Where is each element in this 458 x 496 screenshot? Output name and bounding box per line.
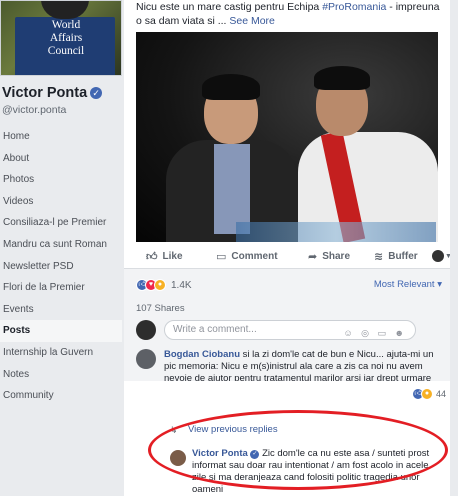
comment-sort-dropdown[interactable]: Most Relevant ▾ xyxy=(374,279,442,290)
photo-table-bottles xyxy=(236,222,436,242)
logo-line-1: World xyxy=(51,19,81,31)
avatar xyxy=(136,320,156,340)
comment-attach-icons[interactable]: ☺ ◎ ▭ ☻ xyxy=(343,324,407,342)
shares-count[interactable]: 107 Shares xyxy=(136,303,185,314)
page-handle[interactable]: @victor.ponta xyxy=(2,104,66,116)
see-more-link[interactable]: See More xyxy=(229,15,275,27)
reaction-summary[interactable]: 👍︎ ♥ ● 1.4K xyxy=(136,279,192,291)
avatar[interactable] xyxy=(136,349,156,369)
comment-icon: ▭ xyxy=(216,250,227,263)
reply-arrow-icon: ↳ xyxy=(170,425,178,435)
hashtag-link[interactable]: #ProRomania xyxy=(322,1,386,13)
buffer-label: Buffer xyxy=(388,250,418,262)
verified-badge-icon: ✓ xyxy=(250,450,260,459)
like-icon: 👍︎ xyxy=(146,250,158,263)
reply-author[interactable]: Victor Ponta xyxy=(192,448,248,459)
like-label: Like xyxy=(162,250,183,262)
world-affairs-council-logo: World Affairs Council xyxy=(21,19,111,58)
facebook-page: World Affairs Council Victor Ponta ✓ @vic… xyxy=(0,0,458,496)
share-button[interactable]: ➦ Share xyxy=(308,250,350,263)
nav-item-home[interactable]: Home xyxy=(0,126,122,148)
post-photo[interactable] xyxy=(136,32,438,242)
page-sidebar: World Affairs Council Victor Ponta ✓ @vic… xyxy=(0,0,124,496)
buffer-button[interactable]: ≋ Buffer xyxy=(374,250,418,263)
nav-item-mandru[interactable]: Mandru ca sunt Roman xyxy=(0,234,122,256)
photo-figure-left-hair xyxy=(202,74,260,100)
share-label: Share xyxy=(322,250,351,262)
nav-item-consiliaza[interactable]: Consiliaza-l pe Premier xyxy=(0,212,122,234)
comment-reaction-count: 44 xyxy=(435,389,446,399)
post-card: Nicu este un mare castig pentru Echipa #… xyxy=(124,0,452,496)
comment-button[interactable]: ▭ Comment xyxy=(216,250,278,263)
nav-item-posts[interactable]: Posts xyxy=(0,320,122,342)
page-name[interactable]: Victor Ponta xyxy=(2,85,87,101)
profile-picture[interactable]: World Affairs Council xyxy=(0,0,122,76)
post-text-start: Nicu este un mare castig pentru Echipa xyxy=(136,1,323,13)
photo-figure-left-shirt xyxy=(214,144,250,234)
nav-item-photos[interactable]: Photos xyxy=(0,169,122,191)
view-previous-replies-link[interactable]: View previous replies xyxy=(188,424,278,435)
comment-reactions[interactable]: 👍︎ ● 44 xyxy=(411,388,446,400)
logo-line-3: Council xyxy=(47,45,85,57)
nav-item-community[interactable]: Community xyxy=(0,385,122,407)
reactions-and-comments-area: 👍︎ ♥ ● 1.4K Most Relevant ▾ 107 Shares W… xyxy=(124,269,450,397)
nav-item-flori[interactable]: Flori de la Premier xyxy=(0,277,122,299)
nav-item-videos[interactable]: Videos xyxy=(0,191,122,213)
nav-item-events[interactable]: Events xyxy=(0,299,122,321)
page-right-edge xyxy=(450,0,458,496)
reply-comment: Victor Ponta ✓ Zic dom'le ca nu este asa… xyxy=(192,448,444,496)
comment-input[interactable]: Write a comment... ☺ ◎ ▭ ☻ xyxy=(164,320,416,340)
verified-badge-icon: ✓ xyxy=(90,87,103,99)
photo-figure-right-hair xyxy=(314,66,370,90)
wow-reaction-icon: ● xyxy=(154,279,166,291)
nav-item-notes[interactable]: Notes xyxy=(0,364,122,386)
page-title[interactable]: Victor Ponta ✓ xyxy=(2,85,103,101)
nav-item-about[interactable]: About xyxy=(0,148,122,170)
nav-item-internship[interactable]: Internship la Guvern xyxy=(0,342,122,364)
chevron-down-icon: ▾ xyxy=(437,279,442,290)
comment-author[interactable]: Bogdan Ciobanu xyxy=(164,349,240,360)
reaction-count[interactable]: 1.4K xyxy=(171,280,192,291)
comment-label: Comment xyxy=(231,250,278,262)
nav-item-newsletter[interactable]: Newsletter PSD xyxy=(0,256,122,278)
logo-line-2: Affairs xyxy=(49,32,83,44)
post-as-avatar[interactable] xyxy=(432,250,444,262)
avatar[interactable] xyxy=(170,450,186,466)
like-button[interactable]: 👍︎ Like xyxy=(146,250,183,263)
page-navigation: Home About Photos Videos Consiliaza-l pe… xyxy=(0,126,122,407)
post-text: Nicu este un mare castig pentru Echipa #… xyxy=(136,0,448,28)
share-icon: ➦ xyxy=(308,250,318,263)
haha-reaction-icon: ● xyxy=(420,388,433,400)
buffer-icon: ≋ xyxy=(374,250,384,263)
post-action-bar: 👍︎ Like ▭ Comment ➦ Share ≋ Buffer ▼ xyxy=(136,245,452,267)
comment-placeholder: Write a comment... xyxy=(173,324,257,335)
sort-label: Most Relevant xyxy=(373,279,435,290)
